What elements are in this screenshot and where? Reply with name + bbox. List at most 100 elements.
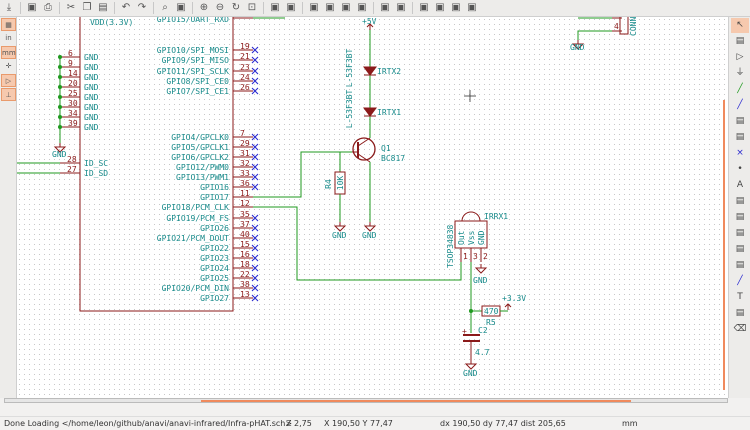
vertical-scrollbar[interactable] [723, 100, 725, 390]
pin-number: 31 [240, 149, 250, 158]
pin-number: 11 [240, 189, 250, 198]
leave-sheet-icon[interactable]: ▣ [284, 1, 298, 15]
bus-icon[interactable]: ╱ [731, 98, 749, 113]
hierarchy-nav-icon[interactable]: ▤ [731, 34, 749, 49]
redo-icon[interactable]: ↷ [135, 1, 149, 15]
bus-entry-icon[interactable]: ▤ [731, 130, 749, 145]
pin-label-gnd: GND [84, 93, 99, 102]
library-editor-icon[interactable]: ▣ [307, 1, 321, 15]
net-label-rxd: RXD [268, 17, 283, 19]
crosshair-cursor [464, 90, 476, 102]
pin-label-gnd: GND [84, 113, 99, 122]
redraw-icon[interactable]: ↻ [229, 1, 243, 15]
sheet-pin-icon[interactable]: ▤ [731, 258, 749, 273]
select-icon[interactable]: ↖ [731, 18, 749, 33]
cut-icon[interactable]: ✂ [64, 1, 78, 15]
pcbnew-icon[interactable]: ▣ [433, 1, 447, 15]
power-icon[interactable]: ⏚ [731, 66, 749, 81]
toolbar-separator [59, 2, 60, 14]
wire-icon[interactable]: ╱ [731, 82, 749, 97]
units-mm-button[interactable]: mm [1, 46, 16, 59]
zoom-fit-icon[interactable]: ⊡ [245, 1, 259, 15]
gnd-label: GND [473, 276, 488, 285]
import-sheet-pin-icon[interactable]: ▤ [731, 242, 749, 257]
units-in-button[interactable]: in [1, 32, 16, 45]
library-browser-icon[interactable]: ▣ [323, 1, 337, 15]
pin-number: 6 [68, 49, 73, 58]
pin-number: 12 [240, 199, 250, 208]
import-footprint-icon[interactable]: ▣ [449, 1, 463, 15]
annotate-icon[interactable]: ▣ [339, 1, 353, 15]
junction-icon[interactable]: • [731, 162, 749, 177]
irrx-pin-name: GND [477, 230, 486, 245]
pin-number: 22 [240, 270, 250, 279]
pin-label: GPIO4/GPCLK0 [171, 133, 229, 142]
hier-sheet-icon[interactable]: ▤ [731, 226, 749, 241]
hierarchy-icon[interactable]: ▣ [268, 1, 282, 15]
grid-icon[interactable]: ▦ [1, 18, 16, 31]
delete-icon[interactable]: ⌫ [731, 322, 749, 337]
bom-icon[interactable]: ▣ [394, 1, 408, 15]
led-irtx1-ref: IRTX1 [377, 108, 401, 117]
r4-ref: R4 [324, 179, 333, 189]
print-icon[interactable]: ⎙ [41, 1, 55, 15]
graphic-line-icon[interactable]: ╱ [731, 274, 749, 289]
gnd-label: GND [570, 43, 585, 52]
component-icon[interactable]: ▷ [731, 50, 749, 65]
ir-receiver-dome [461, 211, 481, 222]
undo-icon[interactable]: ↶ [119, 1, 133, 15]
scroll-thumb[interactable] [201, 400, 631, 402]
pin-label: GPIO6/GPCLK2 [171, 153, 229, 162]
pin-label-gnd: GND [84, 103, 99, 112]
netlist-icon[interactable]: ▣ [378, 1, 392, 15]
paste-icon[interactable]: ▤ [96, 1, 110, 15]
no-connect-icon[interactable]: × [731, 146, 749, 161]
pin-label: GPIO27 [200, 294, 229, 303]
image-icon[interactable]: ▤ [731, 306, 749, 321]
pin-number: 25 [68, 89, 78, 98]
pin-label: GPIO8/SPI_CE0 [166, 77, 229, 86]
backannotate-icon[interactable]: ▣ [465, 1, 479, 15]
hv-lines-icon[interactable]: ⊥ [1, 88, 16, 101]
pin-label: GPIO23 [200, 254, 229, 263]
hier-label-icon[interactable]: ▤ [731, 210, 749, 225]
toolbar-separator [302, 2, 303, 14]
horizontal-scrollbar[interactable] [4, 398, 728, 403]
hidden-pins-icon[interactable]: ▷ [1, 74, 16, 87]
zoom-in-icon[interactable]: ⊕ [197, 1, 211, 15]
toolbar-separator [263, 2, 264, 14]
schematic-canvas[interactable]: GPIO15/UART_RXD10RXD6GND9GND14GND20GND25… [17, 17, 728, 398]
copy-icon[interactable]: ❐ [80, 1, 94, 15]
power-3v3-label: +3.3V [502, 294, 526, 303]
gnd-symbol [474, 264, 488, 274]
pin-label: GPIO13/PWM1 [176, 173, 229, 182]
pin-number: 24 [240, 73, 250, 82]
pin-number: 3 [473, 252, 478, 261]
cursor-shape-icon[interactable]: ✛ [1, 60, 16, 73]
toolbar-separator [20, 2, 21, 14]
text-tool-icon[interactable]: T [731, 290, 749, 305]
erc-icon[interactable]: ▣ [355, 1, 369, 15]
find-replace-icon[interactable]: ▣ [174, 1, 188, 15]
global-label-icon[interactable]: ▤ [731, 194, 749, 209]
pin-number: 38 [240, 280, 250, 289]
zoom-out-icon[interactable]: ⊖ [213, 1, 227, 15]
wire-gpio18 [253, 206, 462, 281]
wire-bus-entry-icon[interactable]: ▤ [731, 114, 749, 129]
cursor-position: X 190,50 Y 77,47 [324, 419, 393, 428]
cvpcb-icon[interactable]: ▣ [417, 1, 431, 15]
pin-label-gnd: GND [84, 73, 99, 82]
pin-number: 21 [240, 52, 250, 61]
save-icon[interactable]: ⤓ [2, 1, 16, 15]
pin-number: 29 [240, 139, 250, 148]
left-toolbar: ▦ in mm ✛ ▷ ⊥ [0, 17, 17, 398]
status-message: Done Loading </home/leon/github/anavi/an… [4, 419, 293, 428]
pin-number: 9 [68, 59, 73, 68]
led-irtx2 [363, 66, 377, 76]
pin-number: 23 [240, 63, 250, 72]
pin-label: GPIO22 [200, 244, 229, 253]
net-label-icon[interactable]: A [731, 178, 749, 193]
find-icon[interactable]: ⌕ [158, 1, 172, 15]
q1-ref: Q1 [381, 144, 391, 153]
page-settings-icon[interactable]: ▣ [25, 1, 39, 15]
